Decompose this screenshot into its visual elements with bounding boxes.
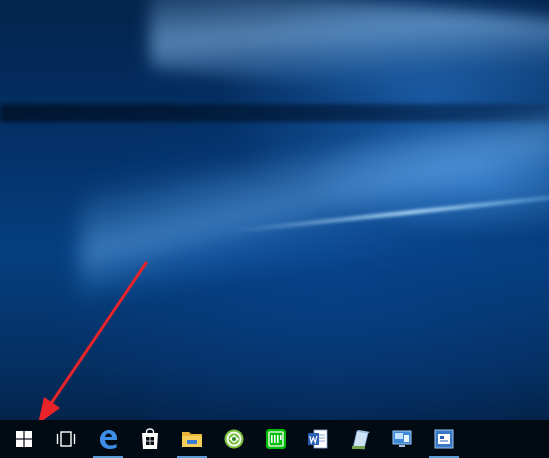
store-button[interactable] xyxy=(129,420,171,458)
edge-button[interactable] xyxy=(87,420,129,458)
browser-green-button[interactable] xyxy=(213,420,255,458)
iqiyi-button[interactable] xyxy=(255,420,297,458)
wallpaper-light-beam-top xyxy=(150,0,549,113)
file-explorer-button[interactable] xyxy=(171,420,213,458)
iqiyi-icon xyxy=(266,429,286,449)
store-icon xyxy=(142,428,158,449)
task-view-button[interactable] xyxy=(45,420,87,458)
start-button[interactable] xyxy=(3,420,45,458)
remote-desktop-icon xyxy=(392,430,412,447)
taskbar xyxy=(0,420,549,458)
windows-logo-icon xyxy=(16,431,32,447)
wallpaper-bright-line xyxy=(230,194,549,234)
word-button[interactable] xyxy=(297,420,339,458)
app-window-button[interactable] xyxy=(423,420,465,458)
red-annotation-arrow xyxy=(38,261,148,424)
notepad-app-icon xyxy=(352,430,370,450)
wallpaper-dark-band xyxy=(0,104,549,122)
task-view-icon xyxy=(56,431,76,447)
folder-icon xyxy=(182,432,202,447)
desktop-wallpaper xyxy=(0,0,549,458)
app-blue-button[interactable] xyxy=(339,420,381,458)
word-icon xyxy=(308,429,328,449)
wallpaper-light-beam-middle xyxy=(80,111,549,299)
window-app-icon xyxy=(434,429,454,449)
edge-icon xyxy=(100,430,117,449)
remote-desktop-button[interactable] xyxy=(381,420,423,458)
green-globe-icon xyxy=(224,429,244,449)
wallpaper-glow xyxy=(300,120,549,240)
